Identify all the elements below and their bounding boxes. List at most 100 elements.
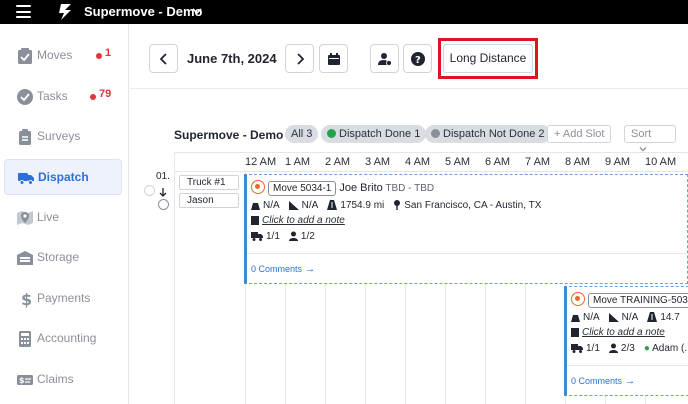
add-note-link[interactable]: Click to add a note <box>262 215 345 226</box>
distance-value: 14.7 <box>660 312 680 323</box>
sidebar-item-moves[interactable]: Moves 1 <box>4 38 122 74</box>
move-down-icon[interactable] <box>158 185 169 197</box>
hour-label: 10 AM <box>645 156 677 168</box>
assign-user-button[interactable] <box>370 44 399 73</box>
chevron-right-icon <box>297 53 305 65</box>
next-day-button[interactable] <box>285 44 314 73</box>
filter-label: Dispatch Not Done 2 <box>443 128 545 140</box>
help-button[interactable]: ? <box>403 44 432 73</box>
svg-text:$: $ <box>19 376 25 385</box>
user-icon <box>288 231 298 241</box>
sidebar-item-label: Tasks <box>37 89 68 103</box>
sidebar-item-label: Storage <box>37 250 80 264</box>
sidebar-item-payments[interactable]: $ Payments <box>4 281 122 317</box>
stat-value: N/A <box>263 200 280 211</box>
hour-label: 12 AM <box>245 156 277 168</box>
calendar-button[interactable] <box>319 44 348 73</box>
chevron-down-icon[interactable] <box>192 6 202 16</box>
job-header: Move 5034-1 Joe Brito TBD - TBD <box>251 180 434 196</box>
file-invoice-dollar-icon: $ <box>17 375 33 385</box>
long-distance-button[interactable]: Long Distance <box>443 44 533 73</box>
comments-label: 0 Comments <box>571 376 623 386</box>
add-note-link[interactable]: Click to add a note <box>582 327 665 338</box>
move-up-icon[interactable] <box>144 185 155 196</box>
customer-name: Joe Brito <box>339 182 383 194</box>
add-slot-button[interactable]: + Add Slot <box>547 125 612 143</box>
sidebar-item-live[interactable]: Live <box>4 200 122 236</box>
comments-link[interactable]: 0 Comments → <box>571 375 636 387</box>
map-marker-icon <box>17 211 33 225</box>
supermove-logo-icon <box>59 4 71 20</box>
hour-label: 2 AM <box>325 156 351 168</box>
sort-dropdown[interactable]: Sort <box>624 125 676 152</box>
sidebar-item-label: Accounting <box>37 331 97 345</box>
clipboard-list-icon <box>19 129 31 145</box>
slot-number: 01. <box>156 171 170 182</box>
hour-label: 4 AM <box>405 156 431 168</box>
sidebar-item-surveys[interactable]: Surveys <box>4 119 122 155</box>
dispatch-main: June 7th, 2024 ? Long Distance Supermove… <box>130 24 688 404</box>
svg-text:?: ? <box>415 55 421 66</box>
hour-label: 5 AM <box>445 156 471 168</box>
sidebar-item-accounting[interactable]: Accounting <box>4 321 122 357</box>
slot-truck-label[interactable]: Truck #1 <box>179 175 239 190</box>
stat-value: N/A <box>583 312 600 323</box>
filter-dispatch-not-done[interactable]: Dispatch Not Done 2 <box>425 125 551 143</box>
truck-icon <box>18 173 34 185</box>
alert-dot <box>96 53 102 59</box>
map-pin-icon <box>394 200 401 210</box>
crew-count: 2/3 <box>620 343 635 354</box>
stat-value: N/A <box>621 312 639 323</box>
truck-icon <box>251 232 263 241</box>
sidebar-item-label: Dispatch <box>38 170 89 184</box>
card-divider <box>567 365 688 366</box>
crew-member-name: Adam (... <box>652 343 688 354</box>
note-icon <box>251 216 259 225</box>
chevron-left-icon <box>159 53 167 65</box>
customer-avatar-icon <box>571 292 585 306</box>
hamburger-menu-icon[interactable] <box>16 5 31 18</box>
question-circle-icon: ? <box>411 52 425 66</box>
arrow-right-icon: → <box>624 375 636 387</box>
badge-count: 79 <box>99 88 112 100</box>
comments-link[interactable]: 0 Comments → <box>251 263 316 275</box>
clipboard-check-icon <box>18 48 32 64</box>
arrow-right-icon: → <box>304 263 316 275</box>
more-options-icon[interactable] <box>158 199 169 210</box>
customer-avatar-icon <box>251 180 265 194</box>
note-icon <box>571 328 579 337</box>
sidebar-item-dispatch[interactable]: Dispatch <box>4 159 122 195</box>
move-id-tag[interactable]: Move 5034-1 <box>268 181 337 196</box>
crew-count: 1/2 <box>300 231 315 242</box>
badge-count: 1 <box>105 47 112 59</box>
check-circle-icon <box>431 129 440 138</box>
sidebar-item-storage[interactable]: Storage <box>4 240 122 276</box>
filter-all[interactable]: All 3 <box>285 125 319 143</box>
hour-label: 9 AM <box>605 156 631 168</box>
stat-value: N/A <box>301 200 319 211</box>
comments-label: 0 Comments <box>251 264 303 274</box>
job-stats: N/A N/A 1754.9 mi San Francisco, CA - Austi… <box>251 200 541 211</box>
user-icon <box>608 343 618 353</box>
move-id-tag[interactable]: Move TRAINING-5036-1 <box>588 293 688 308</box>
status-dot-icon: ● <box>643 343 650 354</box>
org-name[interactable]: Supermove - Demo <box>84 4 202 19</box>
job-note-row: Click to add a note <box>571 327 665 338</box>
filter-dispatch-done[interactable]: Dispatch Done 1 <box>321 125 427 143</box>
job-resources: 1/1 1/2 <box>251 231 315 242</box>
road-icon <box>647 312 658 322</box>
job-card[interactable]: Move TRAINING-5036-1 N/A N/A 14.7 Click to… <box>564 286 688 396</box>
weight-icon <box>571 315 580 322</box>
sidebar-item-label: Live <box>37 210 60 224</box>
svg-text:$: $ <box>21 290 32 308</box>
timeline-header: 12 AM 1 AM 2 AM 3 AM 4 AM 5 AM 6 AM 7 AM… <box>175 152 688 172</box>
sidebar-item-claims[interactable]: $ Claims <box>4 362 122 398</box>
slot-crew-label[interactable]: Jason <box>179 193 239 208</box>
sidebar-item-label: Surveys <box>37 129 81 143</box>
sidebar-item-label: Claims <box>37 372 74 386</box>
road-icon <box>327 200 338 210</box>
prev-day-button[interactable] <box>149 44 178 73</box>
alert-dot <box>90 94 96 100</box>
sidebar-item-tasks[interactable]: Tasks 79 <box>4 79 122 115</box>
job-card[interactable]: Move 5034-1 Joe Brito TBD - TBD N/A N/A 175… <box>244 174 688 284</box>
